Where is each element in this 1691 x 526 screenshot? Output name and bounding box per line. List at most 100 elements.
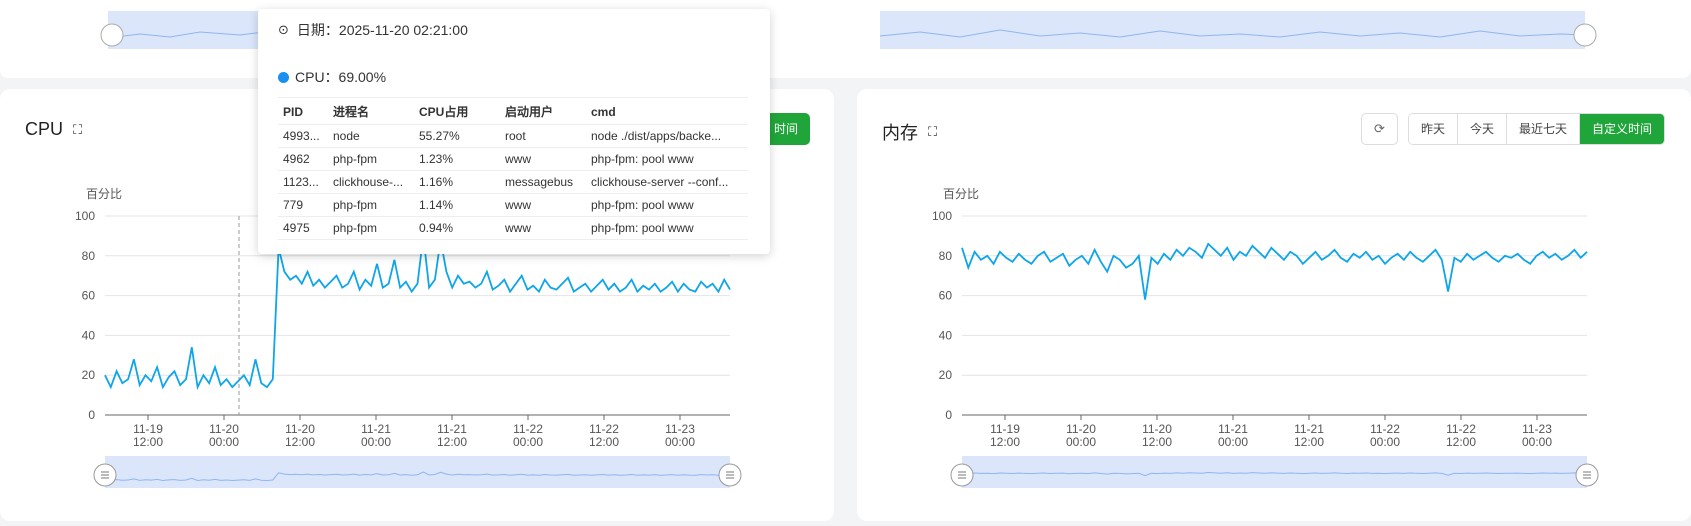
- table-header-row: PID 进程名 CPU占用 启动用户 cmd: [278, 97, 748, 125]
- table-cell: clickhouse-server --conf...: [586, 170, 748, 194]
- cpu-card-header: CPU ⛶: [25, 119, 82, 140]
- table-cell: 1.23%: [414, 147, 500, 171]
- x-tick-label: 12:00: [1142, 435, 1172, 449]
- table-cell: 55.27%: [414, 124, 500, 148]
- x-tick-label: 11-20: [285, 422, 315, 436]
- x-tick-label: 11-20: [1066, 422, 1096, 436]
- table-cell: 1.14%: [414, 193, 500, 217]
- y-tick-label: 80: [82, 249, 96, 263]
- table-cell: clickhouse-...: [328, 170, 414, 194]
- x-tick-label: 11-21: [1218, 422, 1248, 436]
- x-tick-label: 11-20: [1142, 422, 1172, 436]
- table-cell: node: [328, 124, 414, 148]
- table-cell: www: [500, 216, 586, 240]
- table-cell: 4993...: [278, 124, 328, 148]
- table-cell: php-fpm: pool www: [586, 193, 748, 217]
- custom-time-button[interactable]: 自定义时间: [1579, 114, 1664, 144]
- y-tick-label: 0: [88, 408, 95, 422]
- top-slider-handle-left[interactable]: [100, 23, 124, 47]
- y-tick-label: 80: [939, 249, 953, 263]
- table-cell: 0.94%: [414, 216, 500, 240]
- table-cell: php-fpm: [328, 216, 414, 240]
- x-tick-label: 12:00: [990, 435, 1020, 449]
- y-tick-label: 40: [939, 328, 953, 342]
- time-range-segment: 昨天 今天 最近七天 自定义时间: [1407, 113, 1665, 145]
- top-slider-handle-right[interactable]: [1573, 23, 1597, 47]
- x-tick-label: 11-19: [990, 422, 1020, 436]
- top-slider-svg: [100, 11, 1597, 49]
- table-row: 4993... node 55.27% root node ./dist/app…: [278, 124, 748, 148]
- x-tick-label: 00:00: [1066, 435, 1096, 449]
- tooltip-cpu-row: CPU：69.00%: [278, 67, 750, 87]
- y-axis-label: 百分比: [943, 187, 979, 201]
- x-tick-label: 12:00: [133, 435, 163, 449]
- refresh-icon[interactable]: ⟳: [1360, 113, 1398, 145]
- x-tick-label: 12:00: [589, 435, 619, 449]
- table-cell: php-fpm: pool www: [586, 216, 748, 240]
- x-tick-label: 12:00: [285, 435, 315, 449]
- table-cell: php-fpm: [328, 147, 414, 171]
- expand-icon[interactable]: ⛶: [928, 124, 937, 140]
- column-header: PID: [278, 97, 328, 125]
- column-header: cmd: [586, 97, 748, 125]
- x-tick-label: 11-22: [1370, 422, 1400, 436]
- memory-card: 内存 ⛶ ⟳ 昨天 今天 最近七天 自定义时间 百分比 0 20 40 60 80 100 1…: [857, 89, 1691, 521]
- table-row: 779 php-fpm 1.14% www php-fpm: pool www: [278, 193, 748, 217]
- y-tick-label: 100: [932, 209, 952, 223]
- top-chart-card: [0, 0, 1691, 78]
- table-cell: www: [500, 193, 586, 217]
- x-tick-label: 00:00: [513, 435, 543, 449]
- memory-chart: 百分比02040608010011-1912:0011-2000:0011-20…: [932, 187, 1599, 488]
- table-cell: php-fpm: pool www: [586, 147, 748, 171]
- clock-icon: ⊙: [278, 22, 289, 37]
- x-tick-label: 00:00: [209, 435, 239, 449]
- y-tick-label: 40: [82, 328, 96, 342]
- table-row: 4962 php-fpm 1.23% www php-fpm: pool www: [278, 147, 748, 171]
- x-tick-label: 11-23: [1522, 422, 1552, 436]
- last-7-days-button[interactable]: 最近七天: [1506, 114, 1580, 144]
- x-tick-label: 11-19: [133, 422, 163, 436]
- x-tick-label: 00:00: [1522, 435, 1552, 449]
- table-row: 1123... clickhouse-... 1.16% messagebus …: [278, 170, 748, 194]
- tooltip-date-row: ⊙ 日期：2025-11-20 02:21:00: [278, 19, 750, 41]
- column-header: CPU占用: [414, 97, 500, 125]
- expand-icon[interactable]: ⛶: [73, 122, 82, 138]
- y-tick-label: 100: [75, 209, 95, 223]
- today-button[interactable]: 今天: [1457, 114, 1507, 144]
- series-line: [961, 242, 1588, 300]
- y-tick-label: 20: [939, 368, 953, 382]
- y-axis-label: 百分比: [86, 187, 122, 201]
- table-cell: www: [500, 147, 586, 171]
- x-tick-label: 00:00: [1370, 435, 1400, 449]
- yesterday-button[interactable]: 昨天: [1408, 114, 1458, 144]
- top-slider-right-range[interactable]: [880, 11, 1585, 49]
- x-tick-label: 11-21: [361, 422, 391, 436]
- memory-time-controls: ⟳ 昨天 今天 最近七天 自定义时间: [1360, 113, 1665, 145]
- table-cell: messagebus: [500, 170, 586, 194]
- x-tick-label: 12:00: [1294, 435, 1324, 449]
- memory-card-title: 内存: [882, 123, 918, 143]
- chart-tooltip: ⊙ 日期：2025-11-20 02:21:00 CPU：69.00% PID …: [258, 9, 770, 254]
- y-tick-label: 20: [82, 368, 96, 382]
- column-header: 进程名: [328, 97, 414, 125]
- table-cell: root: [500, 124, 586, 148]
- series-line: [104, 235, 731, 391]
- cpu-card-title: CPU: [25, 119, 64, 139]
- x-tick-label: 12:00: [1446, 435, 1476, 449]
- table-row: 4975 php-fpm 0.94% www php-fpm: pool www: [278, 216, 748, 240]
- table-cell: 1123...: [278, 170, 328, 194]
- x-tick-label: 00:00: [361, 435, 391, 449]
- zoom-slider-range[interactable]: [105, 456, 730, 488]
- x-tick-label: 11-20: [209, 422, 239, 436]
- table-cell: php-fpm: [328, 193, 414, 217]
- x-tick-label: 11-21: [437, 422, 467, 436]
- x-tick-label: 11-22: [589, 422, 619, 436]
- zoom-slider-range[interactable]: [962, 456, 1587, 488]
- x-tick-label: 00:00: [665, 435, 695, 449]
- tooltip-date: 日期：2025-11-20 02:21:00: [296, 22, 468, 38]
- tooltip-cpu: CPU：69.00%: [295, 69, 387, 85]
- x-tick-label: 12:00: [437, 435, 467, 449]
- x-tick-label: 11-23: [665, 422, 695, 436]
- table-cell: 4962: [278, 147, 328, 171]
- x-tick-label: 11-21: [1294, 422, 1324, 436]
